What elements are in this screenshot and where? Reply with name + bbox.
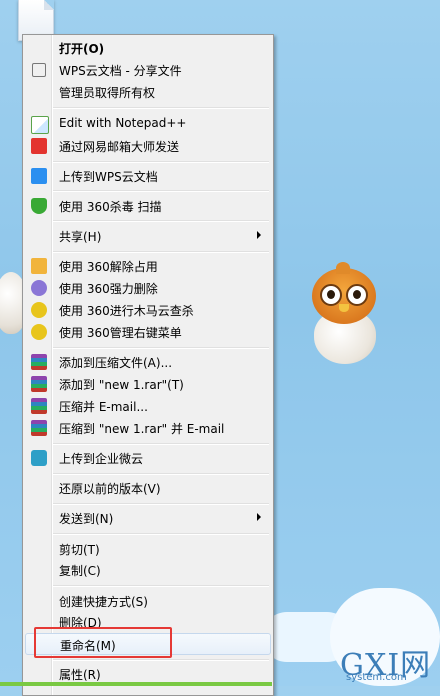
rename-highlight-box [34, 627, 172, 658]
menu-separator [53, 503, 269, 505]
menu-item-label: 管理员取得所有权 [59, 86, 156, 100]
share-icon [32, 63, 46, 77]
menu-item-wps-share[interactable]: WPS云文档 - 分享文件 [25, 59, 271, 81]
menu-item-restore-versions[interactable]: 还原以前的版本(V) [25, 477, 271, 499]
mascot-tuft [336, 262, 350, 274]
360-plus-icon [31, 302, 47, 318]
menu-item-label: WPS云文档 - 分享文件 [59, 64, 182, 78]
menu-item-add-to-rar[interactable]: 添加到 "new 1.rar"(T) [25, 373, 271, 395]
menu-item-send-to[interactable]: 发送到(N) [25, 507, 271, 529]
menu-item-label: 打开(O) [59, 42, 105, 56]
menu-item-cut[interactable]: 剪切(T) [25, 538, 271, 560]
mascot-eye [346, 284, 368, 306]
taskbar-edge [0, 682, 272, 686]
menu-item-compress-rar-email[interactable]: 压缩到 "new 1.rar" 并 E-mail [25, 417, 271, 439]
menu-item-label: 压缩到 "new 1.rar" 并 E-mail [59, 422, 225, 436]
weiyun-icon [31, 450, 47, 466]
menu-item-mail-master[interactable]: 通过网易邮箱大师发送 [25, 135, 271, 157]
menu-item-360-menu-manager[interactable]: 使用 360管理右键菜单 [25, 321, 271, 343]
menu-separator [53, 161, 269, 163]
360-plus-icon [31, 324, 47, 340]
menu-item-label: 创建快捷方式(S) [59, 595, 148, 609]
360-delete-icon [31, 280, 47, 296]
menu-item-upload-wps[interactable]: 上传到WPS云文档 [25, 165, 271, 187]
menu-item-label: 共享(H) [59, 230, 102, 244]
menu-item-label: 使用 360进行木马云查杀 [59, 304, 194, 318]
menu-separator [53, 220, 269, 222]
menu-separator [53, 107, 269, 109]
menu-item-open[interactable]: 打开(O) [25, 37, 271, 59]
winrar-icon [31, 354, 47, 370]
menu-item-copy[interactable]: 复制(C) [25, 559, 271, 581]
menu-item-label: 上传到企业微云 [59, 452, 144, 466]
menu-separator [53, 251, 269, 253]
menu-item-notepadpp[interactable]: Edit with Notepad++ [25, 113, 271, 135]
menu-separator [53, 585, 269, 587]
menu-item-label: 复制(C) [59, 564, 101, 578]
menu-separator [53, 347, 269, 349]
notepad-icon [31, 116, 49, 134]
mascot-eye [320, 284, 342, 306]
menu-item-compress-email[interactable]: 压缩并 E-mail... [25, 395, 271, 417]
menu-item-360-delete[interactable]: 使用 360强力删除 [25, 277, 271, 299]
menu-item-label: 使用 360杀毒 扫描 [59, 200, 162, 214]
menu-item-label: 压缩并 E-mail... [59, 400, 148, 414]
360-unlock-icon [31, 258, 47, 274]
menu-item-label: 使用 360解除占用 [59, 260, 158, 274]
menu-separator [53, 443, 269, 445]
menu-item-label: 使用 360管理右键菜单 [59, 326, 182, 340]
menu-separator [53, 190, 269, 192]
menu-item-label: 发送到(N) [59, 512, 114, 526]
menu-item-label: 添加到压缩文件(A)... [59, 356, 173, 370]
winrar-icon [31, 376, 47, 392]
winrar-icon [31, 398, 47, 414]
submenu-arrow-icon [257, 231, 261, 239]
menu-separator [53, 473, 269, 475]
mail-master-icon [31, 138, 47, 154]
wps-upload-icon [31, 168, 47, 184]
menu-item-label: 剪切(T) [59, 543, 100, 557]
menu-item-label: 添加到 "new 1.rar"(T) [59, 378, 184, 392]
site-watermark: GXI网 system.com [338, 640, 440, 686]
menu-item-label: 使用 360强力删除 [59, 282, 158, 296]
menu-item-take-ownership[interactable]: 管理员取得所有权 [25, 81, 271, 103]
menu-item-label: 通过网易邮箱大师发送 [59, 140, 180, 154]
winrar-icon [31, 420, 47, 436]
menu-item-add-archive[interactable]: 添加到压缩文件(A)... [25, 351, 271, 373]
menu-item-create-shortcut[interactable]: 创建快捷方式(S) [25, 590, 271, 612]
menu-item-360-scan[interactable]: 使用 360杀毒 扫描 [25, 195, 271, 217]
wallpaper-owl-mascot [308, 262, 382, 366]
menu-separator [53, 659, 269, 661]
menu-item-label: 属性(R) [59, 668, 101, 682]
menu-item-label: 还原以前的版本(V) [59, 482, 161, 496]
360-shield-icon [31, 198, 47, 214]
watermark-domain: system.com [346, 672, 407, 683]
menu-item-share[interactable]: 共享(H) [25, 225, 271, 247]
menu-item-360-unlock[interactable]: 使用 360解除占用 [25, 255, 271, 277]
submenu-arrow-icon [257, 513, 261, 521]
mascot-beak [339, 304, 349, 312]
menu-item-label: 上传到WPS云文档 [59, 170, 158, 184]
menu-separator [53, 533, 269, 535]
menu-item-upload-weiyun[interactable]: 上传到企业微云 [25, 447, 271, 469]
menu-item-360-trojan[interactable]: 使用 360进行木马云查杀 [25, 299, 271, 321]
menu-item-label: Edit with Notepad++ [59, 116, 187, 130]
context-menu: 打开(O) WPS云文档 - 分享文件 管理员取得所有权 Edit with N… [22, 34, 274, 696]
